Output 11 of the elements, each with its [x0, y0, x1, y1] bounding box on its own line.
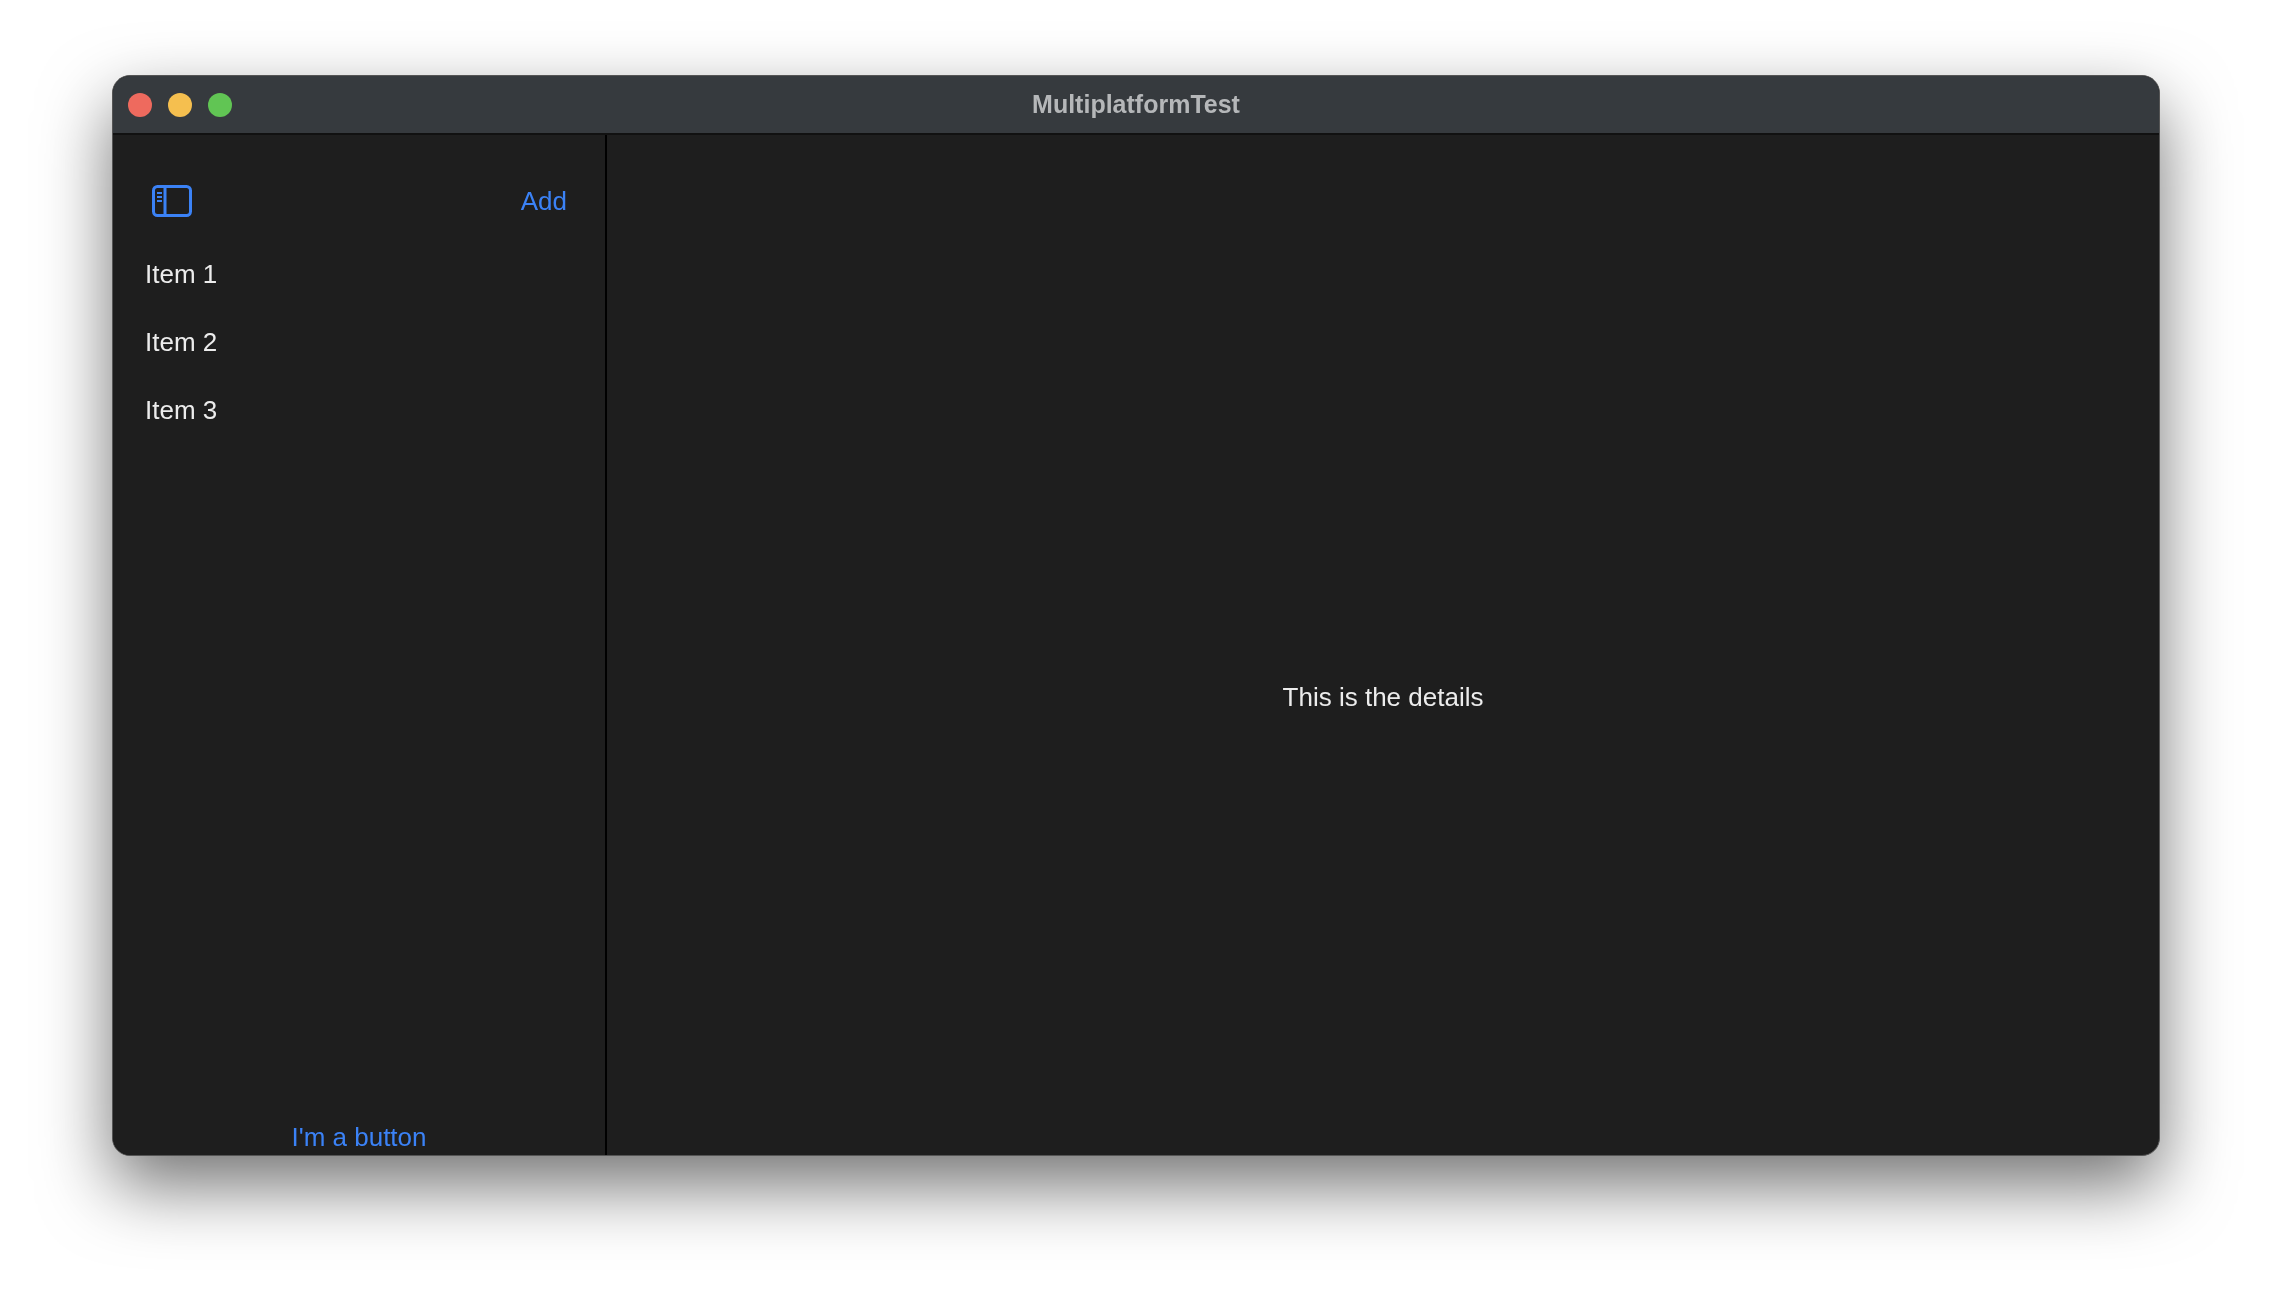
sidebar-toggle-icon[interactable] — [152, 185, 192, 217]
close-button[interactable] — [128, 92, 152, 117]
minimize-button[interactable] — [168, 92, 192, 117]
sidebar-item[interactable]: Item 1 — [145, 240, 218, 308]
footer-button[interactable]: I'm a button — [291, 1122, 427, 1153]
add-button[interactable]: Add — [520, 185, 567, 217]
sidebar-item[interactable]: Item 3 — [145, 376, 218, 444]
zoom-button[interactable] — [208, 92, 232, 117]
window-title: MultiplatformTest — [1032, 90, 1240, 119]
detail-text: This is the details — [1282, 681, 1484, 713]
sidebar-item[interactable]: Item 2 — [145, 308, 218, 376]
